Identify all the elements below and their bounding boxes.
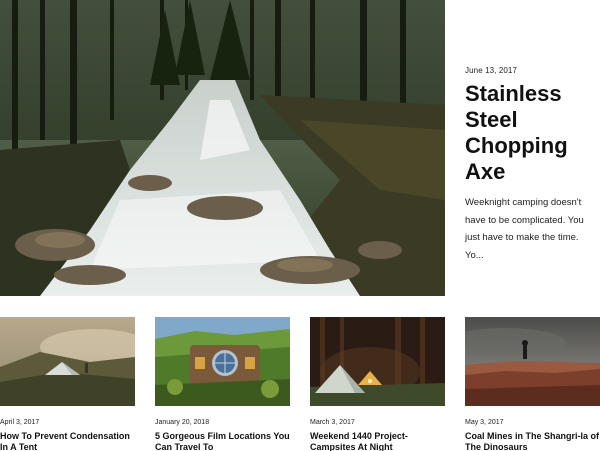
post-title-link[interactable]: Weekend 1440 Project- Campsites At Night [310, 431, 445, 451]
post-thumbnail[interactable] [465, 317, 600, 406]
post-card: March 3, 2017 Weekend 1440 Project- Camp… [310, 317, 445, 451]
post-title-link[interactable]: Coal Mines in The Shangri-la of The Dino… [465, 431, 600, 451]
post-thumbnail[interactable] [155, 317, 290, 406]
hero-image[interactable] [0, 0, 445, 296]
post-thumbnail[interactable] [310, 317, 445, 406]
post-card: May 3, 2017 Coal Mines in The Shangri-la… [465, 317, 600, 451]
post-card: April 3, 2017 How To Prevent Condensatio… [0, 317, 135, 451]
post-date: March 3, 2017 [310, 419, 355, 426]
featured-post: June 13, 2017 Stainless Steel Chopping A… [465, 66, 597, 264]
post-card: January 20, 2018 5 Gorgeous Film Locatio… [155, 317, 290, 451]
post-date: May 3, 2017 [465, 419, 504, 426]
post-date: April 3, 2017 [0, 419, 40, 426]
post-title-link[interactable]: 5 Gorgeous Film Locations You Can Travel… [155, 431, 290, 451]
hero-title-link[interactable]: Stainless Steel Chopping Axe [465, 81, 597, 185]
post-thumbnail[interactable] [0, 317, 135, 406]
post-title-link[interactable]: How To Prevent Condensation In A Tent [0, 431, 135, 451]
hero-date: June 13, 2017 [465, 66, 518, 75]
post-date: January 20, 2018 [155, 419, 210, 426]
hero-excerpt: Weeknight camping doesn't have to be com… [465, 197, 584, 261]
